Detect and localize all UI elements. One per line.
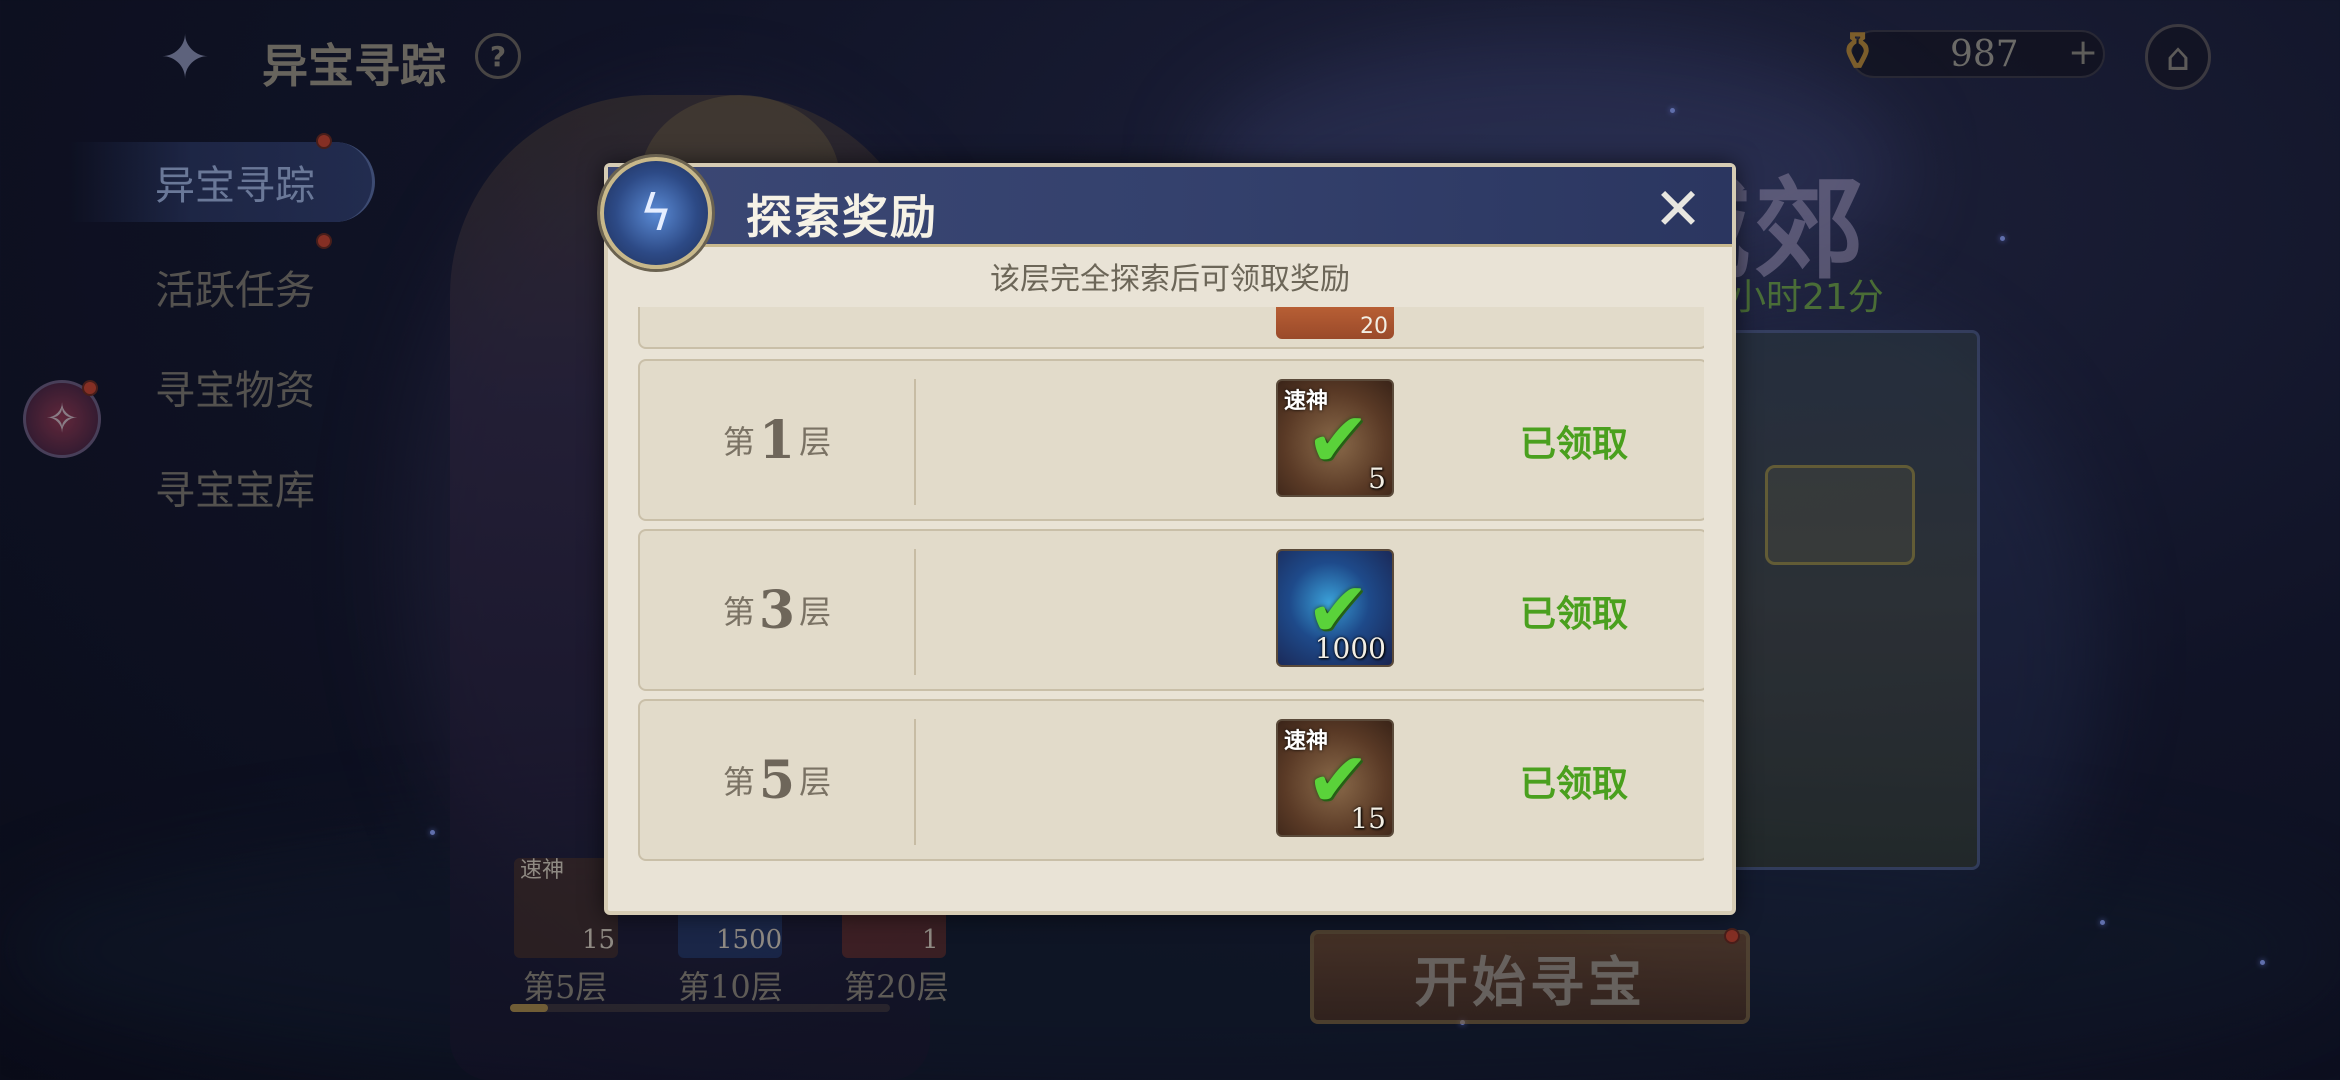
claimed-status: 已领取 bbox=[1520, 424, 1629, 465]
floor-number: 5 bbox=[758, 749, 796, 811]
floor-prefix: 第 bbox=[722, 763, 755, 801]
floor-suffix: 层 bbox=[799, 763, 832, 801]
floor-suffix: 层 bbox=[799, 423, 832, 461]
exploration-reward-dialog: 探索奖励 ✕ ϟ 该层完全探索后可领取奖励 20 第 1 层 速神 ✔ 5 已领… bbox=[600, 157, 1736, 915]
floor-number: 1 bbox=[758, 409, 796, 471]
dialog-emblem-icon: ϟ bbox=[600, 157, 712, 269]
reward-qty: 15 bbox=[1350, 802, 1386, 835]
reward-row: 第 1 层 速神 ✔ 5 已领取 bbox=[638, 359, 1704, 521]
row-divider bbox=[914, 549, 916, 675]
row-divider bbox=[914, 719, 916, 845]
reward-item[interactable]: 速神 ✔ 15 bbox=[1276, 719, 1394, 837]
reward-row: 20 bbox=[638, 307, 1704, 349]
row-divider bbox=[914, 379, 916, 505]
floor-number: 3 bbox=[758, 579, 796, 641]
dialog-header: 探索奖励 ✕ bbox=[608, 167, 1732, 247]
reward-item[interactable]: 速神 ✔ 5 bbox=[1276, 379, 1394, 497]
claimed-status: 已领取 bbox=[1520, 594, 1629, 635]
floor-label: 第 5 层 bbox=[640, 701, 914, 859]
dialog-title: 探索奖励 bbox=[746, 190, 938, 244]
close-icon: ✕ bbox=[1653, 175, 1703, 243]
claimed-status: 已领取 bbox=[1520, 764, 1629, 805]
floor-prefix: 第 bbox=[722, 593, 755, 631]
claimed-check-icon: ✔ bbox=[1306, 394, 1370, 484]
floor-suffix: 层 bbox=[799, 593, 832, 631]
reward-qty: 5 bbox=[1368, 462, 1386, 495]
reward-item[interactable]: ✔ 1000 bbox=[1276, 549, 1394, 667]
reward-row: 第 5 层 速神 ✔ 15 已领取 bbox=[638, 699, 1704, 861]
floor-prefix: 第 bbox=[722, 423, 755, 461]
floor-label: 第 3 层 bbox=[640, 531, 914, 689]
close-button[interactable]: ✕ bbox=[1648, 175, 1708, 243]
reward-row: 第 3 层 ✔ 1000 已领取 bbox=[638, 529, 1704, 691]
reward-list[interactable]: 20 第 1 层 速神 ✔ 5 已领取 第 3 层 ✔ 1000 已领取 第 5… bbox=[638, 307, 1704, 897]
dialog-hint: 该层完全探索后可领取奖励 bbox=[990, 262, 1350, 297]
reward-qty: 1000 bbox=[1314, 632, 1386, 665]
reward-item[interactable]: 20 bbox=[1276, 307, 1394, 339]
floor-label: 第 1 层 bbox=[640, 361, 914, 519]
reward-qty: 20 bbox=[1360, 314, 1388, 339]
